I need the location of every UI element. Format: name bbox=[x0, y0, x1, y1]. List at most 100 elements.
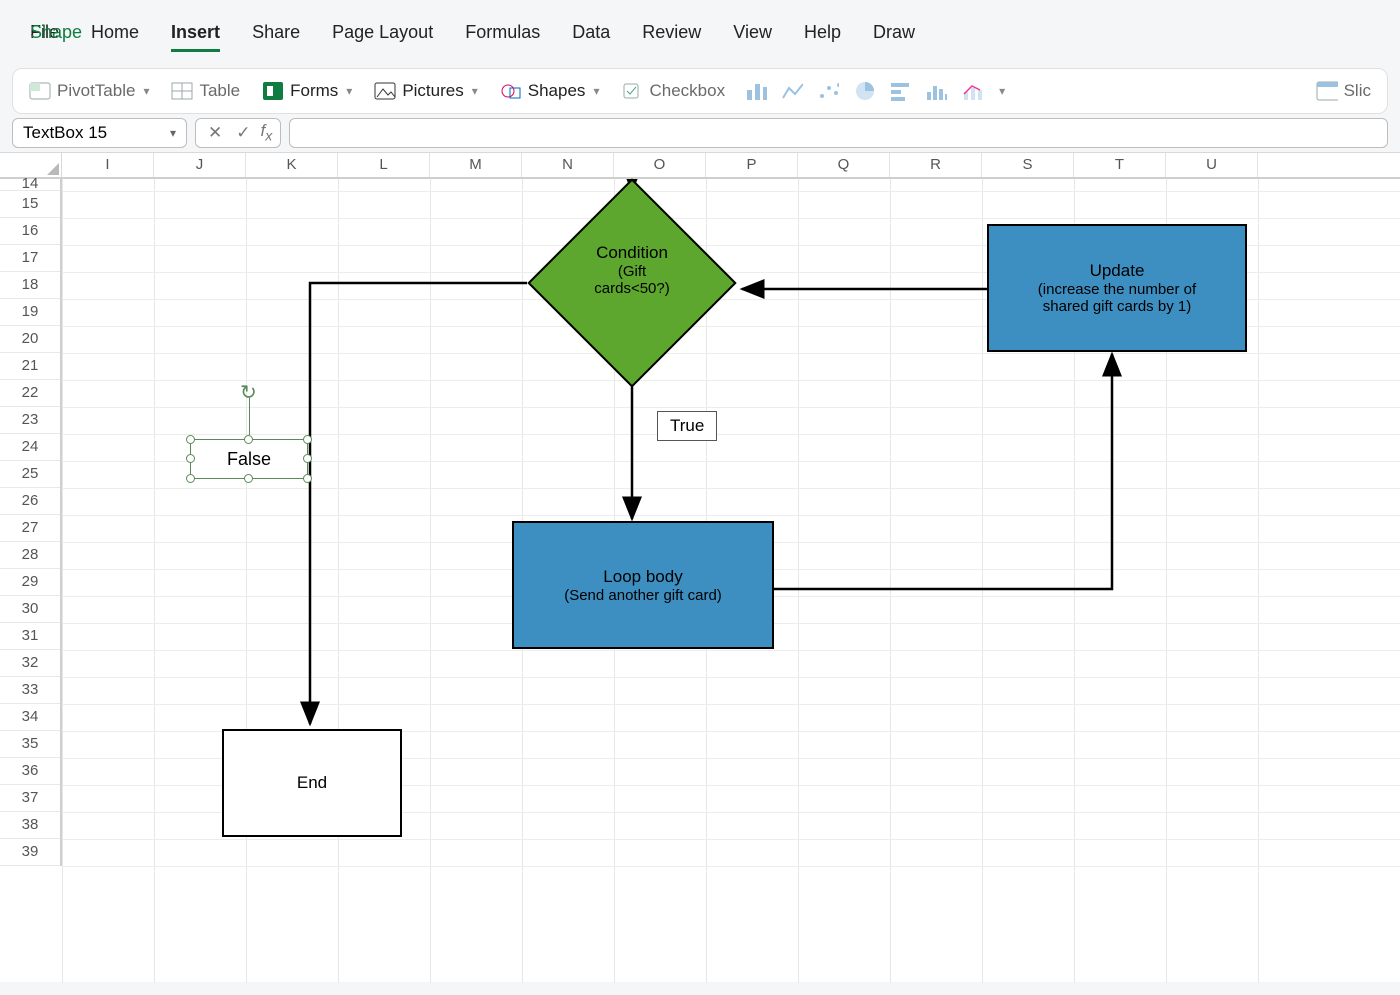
row-header[interactable]: 26 bbox=[0, 488, 60, 515]
col-header[interactable]: L bbox=[338, 153, 430, 177]
select-all-triangle[interactable] bbox=[0, 153, 62, 177]
histogram-icon[interactable] bbox=[925, 82, 947, 100]
row-header[interactable]: 22 bbox=[0, 380, 60, 407]
name-box[interactable]: TextBox 15 ▾ bbox=[12, 118, 187, 148]
menu-review[interactable]: Review bbox=[642, 18, 701, 52]
bar-chart-icon[interactable] bbox=[889, 82, 911, 100]
forms-button[interactable]: Forms ▾ bbox=[260, 79, 354, 103]
col-header[interactable]: M bbox=[430, 153, 522, 177]
menu-page-layout[interactable]: Page Layout bbox=[332, 18, 433, 52]
row-header[interactable]: 33 bbox=[0, 677, 60, 704]
menu-share[interactable]: Share bbox=[252, 18, 300, 52]
resize-handle[interactable] bbox=[303, 435, 312, 444]
slicer-label: Slic bbox=[1344, 81, 1371, 101]
menu-home[interactable]: Home bbox=[91, 18, 139, 52]
col-header[interactable]: I bbox=[62, 153, 154, 177]
row-header[interactable]: 29 bbox=[0, 569, 60, 596]
col-header[interactable]: Q bbox=[798, 153, 890, 177]
forms-icon bbox=[262, 82, 284, 100]
checkbox-icon bbox=[621, 82, 643, 100]
row-header[interactable]: 37 bbox=[0, 785, 60, 812]
row-header[interactable]: 15 bbox=[0, 191, 60, 218]
col-header[interactable]: K bbox=[246, 153, 338, 177]
rotate-handle-icon[interactable]: ↻ bbox=[240, 380, 258, 398]
col-header[interactable]: U bbox=[1166, 153, 1258, 177]
menu-help[interactable]: Help bbox=[804, 18, 841, 52]
chevron-down-icon: ▾ bbox=[143, 84, 149, 98]
row-header[interactable]: 28 bbox=[0, 542, 60, 569]
row-header[interactable]: 31 bbox=[0, 623, 60, 650]
cancel-formula-button[interactable]: ✕ bbox=[204, 123, 226, 143]
menu-shape[interactable]: Shape bbox=[30, 18, 82, 47]
resize-handle[interactable] bbox=[186, 435, 195, 444]
row-header[interactable]: 24 bbox=[0, 434, 60, 461]
menu-insert[interactable]: Insert bbox=[171, 18, 220, 52]
menu-view[interactable]: View bbox=[733, 18, 772, 52]
checkbox-button[interactable]: Checkbox bbox=[619, 79, 727, 103]
shapes-button[interactable]: Shapes ▾ bbox=[498, 79, 602, 103]
menu-draw[interactable]: Draw bbox=[873, 18, 915, 52]
row-header[interactable]: 23 bbox=[0, 407, 60, 434]
row-header[interactable]: 30 bbox=[0, 596, 60, 623]
row-header[interactable]: 34 bbox=[0, 704, 60, 731]
update-box[interactable]: Update (increase the number of shared gi… bbox=[987, 224, 1247, 352]
spreadsheet-grid[interactable]: I J K L M N O P Q R S T U 14 15 16 17 18… bbox=[0, 152, 1400, 982]
col-header[interactable]: O bbox=[614, 153, 706, 177]
scatter-chart-icon[interactable] bbox=[817, 82, 839, 100]
col-header[interactable]: N bbox=[522, 153, 614, 177]
ribbon: PivotTable ▾ Table Forms ▾ Pictures ▾ Sh… bbox=[12, 68, 1388, 114]
false-textbox-selected[interactable]: False ↻ bbox=[190, 439, 308, 479]
forms-label: Forms bbox=[290, 81, 338, 101]
row-headers: 14 15 16 17 18 19 20 21 22 23 24 25 26 2… bbox=[0, 179, 62, 866]
accept-formula-button[interactable]: ✓ bbox=[232, 123, 254, 143]
col-header[interactable]: R bbox=[890, 153, 982, 177]
menu-bar: File Home Insert Share Page Layout Formu… bbox=[0, 0, 1400, 62]
row-header[interactable]: 35 bbox=[0, 731, 60, 758]
menu-data[interactable]: Data bbox=[572, 18, 610, 52]
pie-chart-icon[interactable] bbox=[853, 82, 875, 100]
row-header[interactable]: 18 bbox=[0, 272, 60, 299]
row-header[interactable]: 20 bbox=[0, 326, 60, 353]
row-header[interactable]: 39 bbox=[0, 839, 60, 866]
column-chart-icon[interactable] bbox=[745, 82, 767, 100]
row-header[interactable]: 17 bbox=[0, 245, 60, 272]
resize-handle[interactable] bbox=[244, 474, 253, 483]
slicer-button[interactable]: Slic bbox=[1314, 79, 1373, 103]
resize-handle[interactable] bbox=[303, 474, 312, 483]
pictures-button[interactable]: Pictures ▾ bbox=[372, 79, 479, 103]
row-header[interactable]: 27 bbox=[0, 515, 60, 542]
pivot-table-button[interactable]: PivotTable ▾ bbox=[27, 79, 151, 103]
combo-chart-icon[interactable] bbox=[961, 82, 983, 100]
line-chart-icon[interactable] bbox=[781, 82, 803, 100]
col-header[interactable]: J bbox=[154, 153, 246, 177]
row-header[interactable]: 25 bbox=[0, 461, 60, 488]
menu-formulas[interactable]: Formulas bbox=[465, 18, 540, 52]
update-sub2: shared gift cards by 1) bbox=[1043, 298, 1191, 315]
formula-buttons: ✕ ✓ fx bbox=[195, 118, 281, 148]
column-headers: I J K L M N O P Q R S T U bbox=[0, 153, 1400, 179]
row-header[interactable]: 38 bbox=[0, 812, 60, 839]
col-header[interactable]: S bbox=[982, 153, 1074, 177]
row-header[interactable]: 19 bbox=[0, 299, 60, 326]
table-button[interactable]: Table bbox=[169, 79, 242, 103]
formula-bar-row: TextBox 15 ▾ ✕ ✓ fx bbox=[12, 118, 1388, 148]
col-header[interactable]: P bbox=[706, 153, 798, 177]
fx-icon[interactable]: fx bbox=[261, 121, 273, 144]
row-header[interactable]: 36 bbox=[0, 758, 60, 785]
pivot-table-icon bbox=[29, 82, 51, 100]
resize-handle[interactable] bbox=[186, 454, 195, 463]
pivot-table-label: PivotTable bbox=[57, 81, 135, 101]
end-box[interactable]: End bbox=[222, 729, 402, 837]
row-header[interactable]: 16 bbox=[0, 218, 60, 245]
row-header[interactable]: 14 bbox=[0, 179, 60, 191]
col-header[interactable]: T bbox=[1074, 153, 1166, 177]
row-header[interactable]: 21 bbox=[0, 353, 60, 380]
resize-handle[interactable] bbox=[186, 474, 195, 483]
resize-handle[interactable] bbox=[244, 435, 253, 444]
chevron-down-icon[interactable]: ▾ bbox=[999, 84, 1005, 98]
loop-body-sub: (Send another gift card) bbox=[564, 587, 722, 604]
row-header[interactable]: 32 bbox=[0, 650, 60, 677]
loop-body-box[interactable]: Loop body (Send another gift card) bbox=[512, 521, 774, 649]
resize-handle[interactable] bbox=[303, 454, 312, 463]
formula-input[interactable] bbox=[289, 118, 1388, 148]
